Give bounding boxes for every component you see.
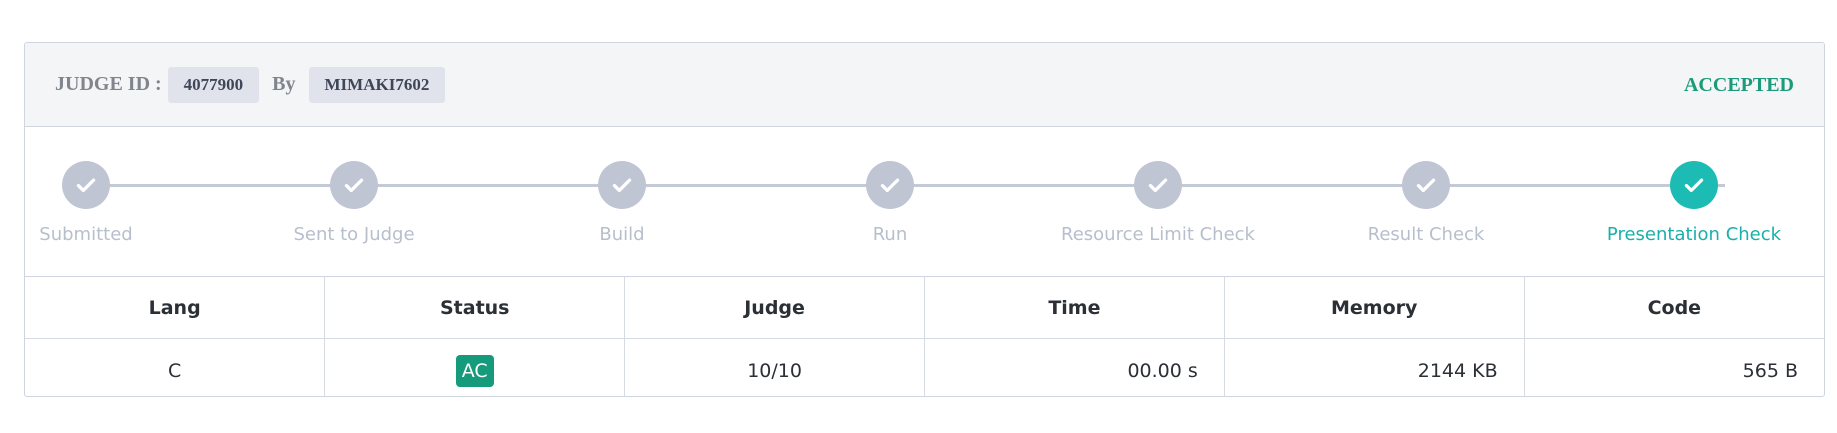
check-icon bbox=[866, 161, 914, 209]
step-label: Build bbox=[599, 224, 645, 245]
table-header-row: Lang Status Judge Time Memory Code bbox=[25, 277, 1824, 339]
step-run: Run bbox=[780, 127, 1000, 245]
result-table: Lang Status Judge Time Memory Code C AC … bbox=[25, 277, 1824, 397]
cell-lang: C bbox=[25, 338, 326, 396]
step-build: Build bbox=[512, 127, 732, 245]
step-resource-limit-check: Resource Limit Check bbox=[1048, 127, 1268, 245]
table-row: C AC 10/10 00.00 s 2144 KB 565 B bbox=[25, 338, 1824, 397]
check-icon bbox=[1670, 161, 1718, 209]
cell-judge: 10/10 bbox=[624, 338, 925, 396]
step-label: Resource Limit Check bbox=[1061, 224, 1255, 245]
column-header-judge: Judge bbox=[624, 277, 925, 339]
step-label: Submitted bbox=[39, 224, 133, 245]
judge-progress-steps: Submitted Sent to Judge Build Run Resour bbox=[25, 127, 1824, 277]
cell-code[interactable]: 565 B bbox=[1524, 339, 1824, 397]
judge-id-label: JUDGE ID : bbox=[55, 73, 162, 95]
check-icon bbox=[330, 161, 378, 209]
judge-id-value[interactable]: 4077900 bbox=[167, 66, 260, 103]
column-header-status: Status bbox=[324, 277, 626, 339]
judge-result-card: JUDGE ID : 4077900 By MIMAKI7602 ACCEPTE… bbox=[24, 42, 1825, 397]
check-icon bbox=[1134, 161, 1182, 209]
status-badge: AC bbox=[455, 354, 494, 387]
step-label: Run bbox=[872, 224, 908, 245]
column-header-memory: Memory bbox=[1224, 277, 1525, 339]
step-label: Sent to Judge bbox=[293, 224, 415, 245]
judge-header: JUDGE ID : 4077900 By MIMAKI7602 ACCEPTE… bbox=[25, 43, 1824, 127]
step-sent-to-judge: Sent to Judge bbox=[244, 127, 464, 245]
cell-time: 00.00 s bbox=[924, 338, 1225, 396]
user-name[interactable]: MIMAKI7602 bbox=[308, 66, 446, 103]
step-presentation-check: Presentation Check bbox=[1584, 127, 1804, 245]
column-header-time: Time bbox=[924, 277, 1225, 339]
verdict-status: ACCEPTED bbox=[1683, 74, 1794, 96]
check-icon bbox=[1402, 161, 1450, 209]
check-icon bbox=[598, 161, 646, 209]
check-icon bbox=[62, 161, 110, 209]
step-result-check: Result Check bbox=[1316, 127, 1536, 245]
column-header-code: Code bbox=[1524, 277, 1824, 339]
step-label: Result Check bbox=[1367, 224, 1485, 245]
cell-status: AC bbox=[324, 338, 626, 396]
step-label: Presentation Check bbox=[1606, 224, 1782, 245]
by-label: By bbox=[272, 73, 296, 95]
step-submitted: Submitted bbox=[25, 127, 196, 245]
cell-memory: 2144 KB bbox=[1224, 338, 1525, 396]
column-header-lang: Lang bbox=[25, 277, 326, 339]
